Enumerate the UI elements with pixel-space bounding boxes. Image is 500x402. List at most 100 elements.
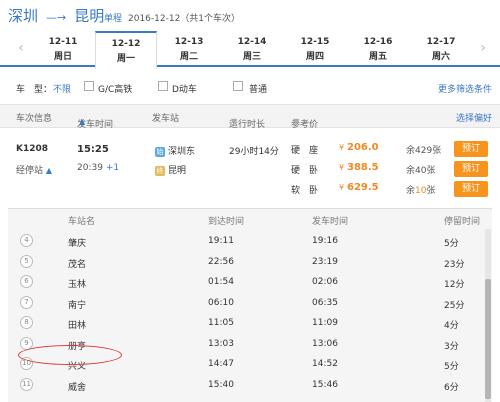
stop-name: 南宁 <box>68 300 87 311</box>
date-tab[interactable]: 12-11 周日 <box>32 31 94 67</box>
sort-icon: ▼ <box>293 117 300 126</box>
filter-d-label: D动车 <box>172 85 197 95</box>
seat-remaining: 余40张 <box>406 166 436 176</box>
date-tab-date: 12-17 <box>426 37 456 47</box>
stop-index: 4 <box>20 234 33 247</box>
end-station-icon: 终 <box>155 166 165 176</box>
stop-name: 威舍 <box>68 382 87 393</box>
checkbox-gc[interactable] <box>84 81 94 91</box>
seat-remaining: 余429张 <box>406 146 442 156</box>
date-tab[interactable]: 12-16 周五 <box>347 31 409 67</box>
duration: 29小时14分 <box>229 147 279 157</box>
stop-arrive: 22:56 <box>208 256 234 267</box>
stop-row: 4 肇庆 19:11 19:16 5分 <box>8 231 492 253</box>
seat-price: 629.5 <box>347 182 379 193</box>
preference-link[interactable]: 选择偏好 <box>456 111 492 124</box>
to-station: 终昆明 <box>155 166 187 176</box>
more-filters-link[interactable]: 更多筛选条件 <box>438 82 492 95</box>
route-title: 深圳 —→ 昆明 <box>8 5 104 26</box>
date-tab-date: 12-12 <box>111 39 141 49</box>
stops-header: 车站名 到达时间 发车时间 停留时间 <box>8 209 492 229</box>
stop-arrive: 19:11 <box>208 236 234 246</box>
stop-stay: 12分 <box>444 280 465 290</box>
checkbox-d[interactable] <box>158 81 168 91</box>
stop-depart: 15:46 <box>312 379 338 390</box>
sort-up-icon: ▲ <box>79 117 86 126</box>
from-city: 深圳 <box>8 7 39 25</box>
seat-price: 388.5 <box>347 162 379 173</box>
stop-row: 8 田林 11:05 11:09 4分 <box>8 313 492 335</box>
sort-icon: ▼ <box>231 117 238 126</box>
yen-icon: ¥ <box>339 163 345 172</box>
stop-row: 7 南宁 06:10 06:35 25分 <box>8 293 492 315</box>
date-tab-weekday: 周四 <box>305 52 324 62</box>
train-number[interactable]: K1208 <box>16 144 48 154</box>
stop-row: 11 威舍 15:40 15:46 6分 <box>8 375 492 397</box>
train-row: K1208 经停站 ▲ 15:25 20:39 +1 始深圳东 终昆明 29小时… <box>0 128 500 202</box>
stop-depart: 19:16 <box>312 236 338 246</box>
filter-label: 车 型： <box>16 85 53 95</box>
date-tabs: ‹ › 12-11 周日 12-12 周一 12-13 周二 12-14 周三 12-15 周四 1… <box>0 31 500 69</box>
next-arrow-icon[interactable]: › <box>476 40 490 56</box>
seat-row: 硬 卧 ¥388.5 余40张 预订 <box>291 161 491 177</box>
date-tab-date: 12-15 <box>300 37 330 47</box>
stop-stay: 5分 <box>444 362 459 372</box>
stop-name: 茂名 <box>68 259 87 270</box>
stop-row: 5 茂名 22:56 23:19 23分 <box>8 252 492 274</box>
stop-depart: 14:52 <box>312 359 338 369</box>
seat-type: 软 卧 <box>291 186 319 196</box>
date-tab-weekday: 周六 <box>431 52 450 62</box>
seat-row: 硬 座 ¥206.0 余429张 预订 <box>291 141 491 157</box>
date-tab-weekday: 周二 <box>179 52 198 62</box>
collapse-icon: ▲ <box>45 166 53 175</box>
stops-col-station: 车站名 <box>68 217 96 227</box>
route-arrow-icon: —→ <box>46 11 67 24</box>
depart-time: 15:25 <box>77 144 109 155</box>
filter-normal-label: 普通 <box>249 85 268 95</box>
date-tab-date: 12-14 <box>237 37 267 47</box>
stop-arrive: 13:03 <box>208 338 234 349</box>
stop-depart: 13:06 <box>312 338 338 349</box>
stops-col-stay: 停留时间 <box>444 217 481 227</box>
stop-stay: 23分 <box>444 259 465 270</box>
stop-arrive: 06:10 <box>208 297 234 308</box>
stop-index: 6 <box>20 275 33 288</box>
column-header: 车次信息 发车时间 ▲ 发车站 运行时长 ▼ 参考价 ▼ 选择偏好 <box>0 104 500 130</box>
route-header: 深圳 —→ 昆明 单程 2016-12-12（共1个车次） <box>0 0 500 30</box>
yen-icon: ¥ <box>339 143 345 152</box>
seat-row: 软 卧 ¥629.5 余10张 预订 <box>291 181 491 197</box>
stop-arrive: 01:54 <box>208 277 234 287</box>
checkbox-normal[interactable] <box>233 81 243 91</box>
col-station: 发车站 <box>152 114 180 124</box>
date-tab[interactable]: 12-13 周二 <box>158 31 220 67</box>
col-train: 车次信息 <box>16 114 53 124</box>
book-button[interactable]: 预订 <box>454 161 488 177</box>
stop-depart: 06:35 <box>312 297 338 308</box>
date-tab[interactable]: 12-14 周三 <box>221 31 283 67</box>
stop-index: 8 <box>20 316 33 329</box>
via-stations-toggle[interactable]: 经停站 ▲ <box>16 163 52 176</box>
date-tab[interactable]: 12-15 周四 <box>284 31 346 67</box>
stops-col-depart: 发车时间 <box>312 217 349 227</box>
stop-stay: 5分 <box>444 239 459 249</box>
seat-price: 206.0 <box>347 142 379 153</box>
prev-arrow-icon[interactable]: ‹ <box>14 40 28 56</box>
date-tab-weekday: 周三 <box>242 52 261 62</box>
date-tab[interactable]: 12-12 周一 <box>95 31 157 69</box>
date-tab-date: 12-11 <box>48 37 78 47</box>
seat-type: 硬 座 <box>291 146 319 156</box>
seat-type: 硬 卧 <box>291 166 319 176</box>
stop-arrive: 14:47 <box>208 359 234 369</box>
stop-stay: 25分 <box>444 300 465 311</box>
filter-bar: 车 型： 不限 G/C高铁 D动车 普通 更多筛选条件 <box>0 76 500 98</box>
filter-gc-label: G/C高铁 <box>98 85 133 95</box>
book-button[interactable]: 预订 <box>454 141 488 157</box>
date-tab[interactable]: 12-17 周六 <box>410 31 472 67</box>
book-button[interactable]: 预订 <box>454 181 488 197</box>
annotation-circle <box>18 345 122 365</box>
stop-arrive: 11:05 <box>208 318 234 328</box>
stops-panel: 车站名 到达时间 发车时间 停留时间 4 肇庆 19:11 19:16 5分 5 茂名 22:… <box>8 208 492 402</box>
stop-stay: 3分 <box>444 341 459 352</box>
filter-no-limit[interactable]: 不限 <box>53 82 71 95</box>
stops-col-arrive: 到达时间 <box>208 217 245 227</box>
